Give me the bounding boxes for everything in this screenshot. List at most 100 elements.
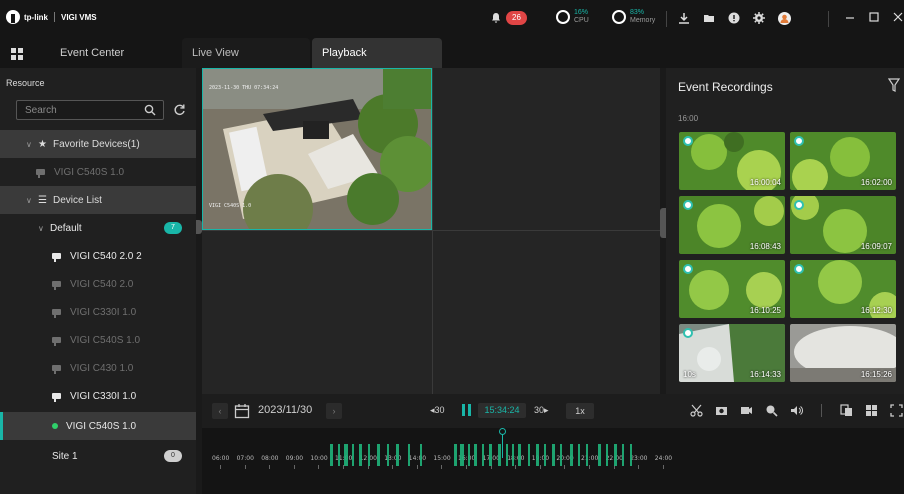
fullscreen-icon[interactable]: [890, 404, 903, 417]
video-timestamp: 2023-11-30 THU 07:34:24: [209, 85, 279, 91]
sync-playback-icon[interactable]: [840, 404, 853, 417]
recording-segment: [578, 444, 580, 466]
prev-day-button[interactable]: ‹: [212, 403, 228, 419]
user-avatar-icon[interactable]: [777, 11, 791, 25]
recording-segment: [570, 444, 573, 466]
topbar-tools: [677, 11, 791, 25]
gear-icon[interactable]: [752, 11, 766, 25]
memory-meter: 83% Memory: [612, 9, 655, 25]
download-icon[interactable]: [677, 11, 691, 25]
group-count-badge: 7: [164, 222, 182, 234]
alert-icon[interactable]: [727, 11, 741, 25]
app-grid-icon[interactable]: [11, 48, 23, 60]
event-thumbnail[interactable]: 16:10:25: [679, 260, 785, 318]
event-thumbnail[interactable]: 16:00:04: [679, 132, 785, 190]
playback-tools: [690, 404, 903, 417]
clip-icon[interactable]: [690, 404, 703, 417]
site-group[interactable]: Site 1 0: [0, 442, 196, 470]
favorite-device-item[interactable]: VIGI C540S 1.0: [0, 158, 196, 186]
event-thumbnail[interactable]: 16:09:07: [790, 196, 896, 254]
memory-ring-icon: [612, 10, 626, 24]
device-item[interactable]: VIGI C540 2.0: [0, 270, 196, 298]
recording-segment: [630, 444, 632, 466]
pause-icon[interactable]: [462, 404, 472, 416]
device-item[interactable]: VIGI C330I 1.0: [0, 382, 196, 410]
refresh-icon[interactable]: [173, 103, 186, 119]
folder-icon[interactable]: [702, 11, 716, 25]
timeline-tick: [318, 465, 320, 469]
timeline-tick: [564, 465, 566, 469]
maximize-icon[interactable]: [869, 11, 879, 26]
device-item[interactable]: VIGI C540 2.0 2: [0, 242, 196, 270]
snapshot-icon[interactable]: [715, 404, 728, 417]
default-group[interactable]: ∨ Default 7: [0, 214, 196, 242]
timeline-tick-label: 19:00: [531, 455, 550, 462]
playback-controls: ‹ 2023/11/30 › ◂30 15:34:24 30▸ 1x: [202, 394, 904, 428]
record-icon[interactable]: [740, 404, 753, 417]
close-icon[interactable]: [893, 11, 903, 26]
device-item[interactable]: VIGI C330I 1.0: [0, 298, 196, 326]
skip-forward-button[interactable]: 30▸: [534, 405, 549, 416]
timeline-tick: [662, 465, 664, 469]
playback-date[interactable]: 2023/11/30: [258, 404, 312, 416]
recording-segment: [352, 444, 354, 466]
top-bar: tp-link VIGI VMS 26 16% CPU 83% Memory: [0, 0, 904, 38]
skip-back-button[interactable]: ◂30: [430, 405, 445, 416]
camera-marker-icon: [794, 264, 804, 274]
recording-segment: [536, 444, 539, 466]
timeline-tick: [515, 465, 517, 469]
timeline-tick: [244, 465, 246, 469]
recording-segment: [560, 444, 562, 466]
device-label: VIGI C330I 1.0: [70, 390, 137, 402]
tab-event-center[interactable]: Event Center: [50, 38, 180, 68]
recording-segment: [359, 444, 362, 466]
event-thumbnail[interactable]: 16:15:26: [790, 324, 896, 382]
calendar-icon[interactable]: [234, 403, 250, 422]
cpu-ring-icon: [556, 10, 570, 24]
timeline-tick: [416, 465, 418, 469]
event-thumbnail[interactable]: 10s 16:14:33: [679, 324, 785, 382]
event-thumbnail[interactable]: 16:02:00: [790, 132, 896, 190]
recording-segment: [606, 444, 608, 466]
event-thumbnail[interactable]: 16:12:30: [790, 260, 896, 318]
device-list-group[interactable]: ∨ ☰ Device List: [0, 186, 196, 214]
timeline-tick: [220, 465, 221, 469]
chevron-down-icon: ∨: [26, 139, 32, 149]
cpu-label: CPU: [574, 17, 589, 24]
filter-icon[interactable]: [887, 78, 901, 95]
search-input[interactable]: [16, 100, 164, 120]
device-label: VIGI C430 1.0: [70, 362, 134, 374]
event-time: 16:14:33: [749, 370, 781, 379]
timeline-tick: [638, 465, 640, 469]
minimize-icon[interactable]: [845, 11, 855, 26]
recording-segment: [387, 444, 389, 466]
speed-select[interactable]: 1x: [566, 403, 594, 419]
timeline-tick-label: 08:00: [261, 455, 279, 462]
event-thumbnail[interactable]: 16:08:43: [679, 196, 785, 254]
device-item[interactable]: VIGI C430 1.0: [0, 354, 196, 382]
device-item[interactable]: VIGI C540S 1.0: [0, 326, 196, 354]
layout-grid-icon[interactable]: [865, 404, 878, 417]
topbar-divider-2: [828, 11, 829, 27]
camera-marker-icon: [794, 136, 804, 146]
playhead-handle-icon[interactable]: [499, 428, 506, 435]
recording-segment: [544, 444, 546, 466]
tab-playback[interactable]: Playback: [312, 38, 442, 68]
device-item-selected[interactable]: VIGI C540S 1.0: [0, 412, 196, 440]
volume-icon[interactable]: [790, 404, 803, 417]
favorite-device-label: VIGI C540S 1.0: [54, 166, 125, 178]
favorites-group[interactable]: ∨ ★ Favorite Devices(1): [0, 130, 196, 158]
tab-live-view[interactable]: Live View: [182, 38, 310, 68]
next-day-button[interactable]: ›: [326, 403, 342, 419]
video-tile[interactable]: 2023-11-30 THU 07:34:24 VIGI C540S 1.0: [202, 68, 432, 230]
device-label: VIGI C540 2.0 2: [70, 250, 142, 262]
notification-badge[interactable]: 26: [506, 11, 527, 25]
device-list-label: Device List: [52, 194, 102, 206]
search-icon[interactable]: [144, 104, 156, 119]
device-label: VIGI C330I 1.0: [70, 306, 137, 318]
event-time: 16:10:25: [749, 306, 781, 315]
bell-icon[interactable]: [490, 12, 502, 24]
zoom-icon[interactable]: [765, 404, 778, 417]
timeline[interactable]: 06:0007:0008:0009:0010:0011:0012:0013:00…: [202, 428, 904, 494]
video-camera-name: VIGI C540S 1.0: [209, 203, 252, 209]
